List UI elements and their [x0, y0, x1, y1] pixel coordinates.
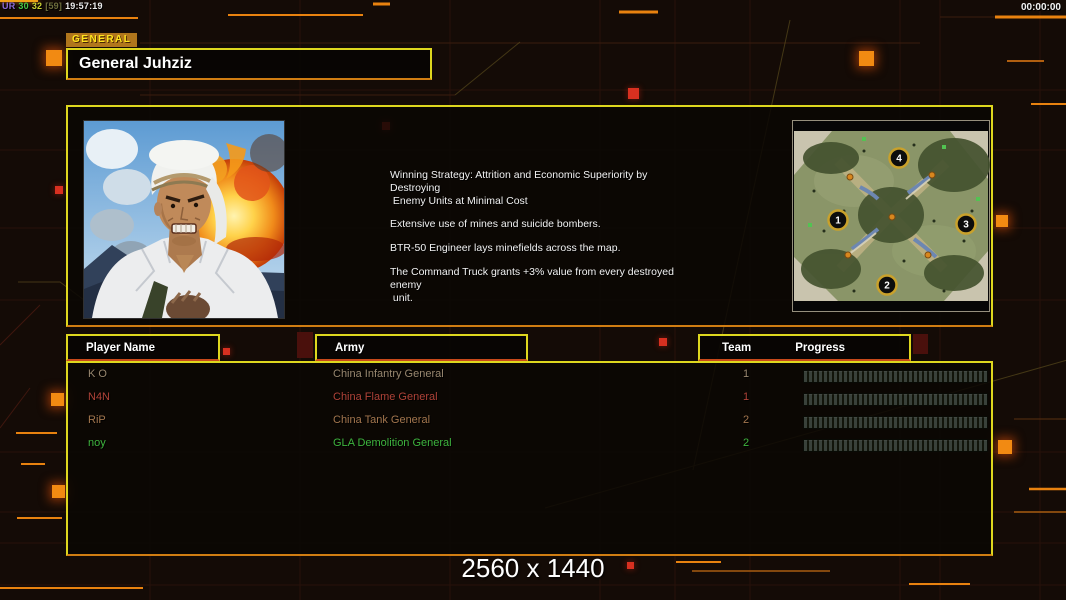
- decor-block-maroon: [913, 334, 928, 354]
- player-row: noy GLA Demolition General 2: [68, 437, 991, 454]
- map-badge-3: 3: [963, 220, 969, 231]
- player-team: 1: [742, 391, 750, 403]
- player-progress-bar: [803, 439, 988, 452]
- general-name: General Juhziz: [79, 55, 192, 72]
- map-preview: 1 2 3 4: [792, 120, 990, 312]
- player-row: N4N China Flame General 1: [68, 391, 991, 408]
- decor-square-orange: [859, 51, 874, 66]
- strategy-paragraph: BTR-50 Engineer lays minefields across t…: [390, 242, 621, 255]
- map-badge-2: 2: [884, 281, 890, 292]
- player-progress-bar: [803, 393, 988, 406]
- player-army: China Tank General: [333, 414, 431, 426]
- player-name: N4N: [88, 391, 111, 403]
- decor-square-orange: [52, 485, 65, 498]
- player-name: K O: [88, 368, 107, 380]
- loading-screen: UR 30 32 [59] 19:57:19 00:00:00 GENERAL Gene…: [0, 0, 1066, 600]
- player-progress-bar: [803, 416, 988, 429]
- player-name: RiP: [88, 414, 106, 426]
- player-team: 2: [742, 437, 750, 449]
- decor-block-maroon: [297, 332, 313, 358]
- performance-overlay: UR 30 32 [59] 19:57:19: [2, 1, 106, 11]
- map-badge-1: 1: [835, 216, 841, 227]
- general-portrait: [83, 120, 285, 319]
- strategy-text: Winning Strategy: Attrition and Economic…: [390, 169, 698, 315]
- decor-square-red: [55, 186, 63, 194]
- overlay-stat2: 32: [31, 1, 43, 11]
- general-tab-label: GENERAL: [66, 33, 138, 47]
- player-army: China Flame General: [333, 391, 438, 403]
- decor-square-orange: [46, 50, 62, 66]
- match-clock: 00:00:00: [1020, 2, 1061, 13]
- player-progress-bar: [803, 370, 988, 383]
- strategy-paragraph: Extensive use of mines and suicide bombe…: [390, 218, 601, 231]
- player-army: GLA Demolition General: [333, 437, 452, 449]
- decor-square-orange: [996, 215, 1008, 227]
- header-progress-label: Progress: [795, 341, 846, 354]
- overlay-time: 19:57:19: [65, 1, 103, 11]
- header-team-label: Team: [722, 341, 752, 354]
- overlay-stat3: [59]: [45, 1, 63, 11]
- overlay-stat1: 30: [18, 1, 29, 11]
- strategy-paragraph: The Command Truck grants +3% value from …: [390, 265, 674, 304]
- strategy-paragraph: Winning Strategy: Attrition and Economic…: [390, 169, 648, 207]
- header-army-label: Army: [335, 341, 365, 354]
- decor-square-red: [659, 338, 667, 346]
- player-name: noy: [88, 437, 106, 449]
- decor-square-orange: [998, 440, 1012, 454]
- general-info-panel: Winning Strategy: Attrition and Economic…: [66, 105, 993, 327]
- player-team: 1: [742, 368, 750, 380]
- header-player-name-label: Player Name: [86, 341, 156, 354]
- overlay-app-tag: UR: [2, 1, 16, 11]
- decor-square-red: [628, 88, 639, 99]
- map-badge-4: 4: [896, 154, 902, 165]
- player-row: K O China Infantry General 1: [68, 368, 991, 385]
- decor-square-orange: [51, 393, 64, 406]
- player-team: 2: [742, 414, 750, 426]
- player-army: China Infantry General: [333, 368, 444, 380]
- general-name-box: General Juhziz: [66, 48, 432, 80]
- decor-square-red: [223, 348, 230, 355]
- header-team-progress: Team Progress: [698, 334, 911, 361]
- resolution-caption: 2560 x 1440: [461, 553, 605, 583]
- player-list-panel: K O China Infantry General 1 N4N China F…: [66, 361, 993, 556]
- header-army: Army: [315, 334, 528, 361]
- header-player-name: Player Name: [66, 334, 220, 361]
- player-row: RiP China Tank General 2: [68, 414, 991, 431]
